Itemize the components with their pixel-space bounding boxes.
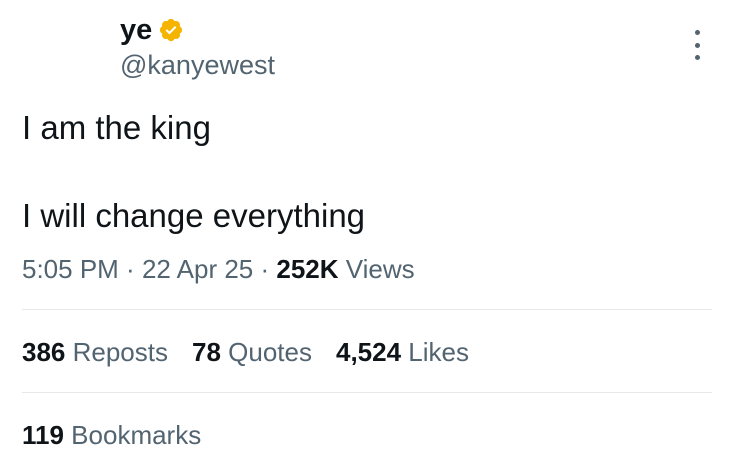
- bookmarks-stat[interactable]: 119 Bookmarks: [22, 418, 201, 452]
- reposts-label: Reposts: [65, 337, 168, 367]
- quotes-stat[interactable]: 78 Quotes: [192, 335, 312, 369]
- more-options-icon[interactable]: [684, 30, 710, 60]
- likes-stat[interactable]: 4,524 Likes: [336, 335, 469, 369]
- divider: [22, 309, 712, 310]
- tweet-text-line-2: I will change everything: [22, 197, 366, 234]
- author-display-name[interactable]: ye: [120, 12, 152, 48]
- reposts-count: 386: [22, 337, 66, 367]
- author-handle[interactable]: @kanyewest: [120, 48, 275, 82]
- likes-label: Likes: [401, 337, 469, 367]
- tweet-time[interactable]: 5:05 PM: [22, 254, 119, 284]
- quotes-count: 78: [192, 337, 221, 367]
- reposts-stat[interactable]: 386 Reposts: [22, 335, 168, 369]
- engagement-stats: 386 Reposts 78 Quotes 4,524 Likes: [22, 335, 493, 369]
- more-dot: [694, 30, 700, 35]
- quotes-label: Quotes: [220, 337, 312, 367]
- more-dot: [694, 42, 700, 48]
- bookmarks-label: Bookmarks: [63, 420, 202, 450]
- verified-badge-icon: [160, 18, 183, 42]
- tweet-text-line-1: I am the king: [22, 109, 211, 146]
- views-label[interactable]: Views: [339, 254, 415, 284]
- bookmarks-count: 119: [22, 420, 64, 450]
- more-dot: [694, 55, 700, 60]
- likes-count: 4,524: [335, 337, 402, 367]
- tweet-meta: 5:05 PM · 22 Apr 25 · 252K Views: [22, 252, 415, 286]
- tweet-header: ye @kanyewest: [120, 12, 275, 82]
- meta-separator: ·: [118, 254, 142, 284]
- divider: [22, 392, 712, 393]
- views-count[interactable]: 252K: [276, 254, 338, 284]
- tweet-date[interactable]: 22 Apr 25: [142, 254, 253, 284]
- tweet-detail: ye @kanyewest I am the king I will chang…: [0, 0, 734, 469]
- meta-separator: ·: [253, 254, 277, 284]
- author-name-row[interactable]: ye: [120, 12, 275, 48]
